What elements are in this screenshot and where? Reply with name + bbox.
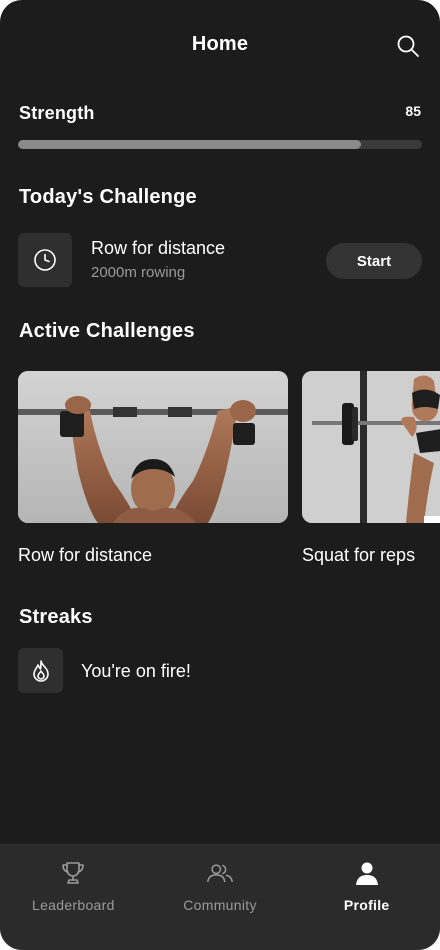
streak-icon-tile — [18, 648, 63, 693]
challenge-icon-tile — [18, 233, 72, 287]
strength-value: 85 — [405, 103, 421, 119]
tab-community[interactable]: Community — [147, 845, 294, 950]
search-button[interactable] — [394, 32, 422, 60]
tab-label: Community — [183, 897, 257, 913]
header: Home — [0, 0, 440, 90]
card-label: Row for distance — [18, 545, 153, 565]
challenge-card[interactable]: Row for distance — [18, 371, 288, 566]
todays-challenge-title: Today's Challenge — [19, 186, 197, 208]
person-icon — [353, 861, 381, 885]
strength-progress-bar — [18, 140, 422, 149]
todays-challenge-row[interactable]: Row for distance 2000m rowing Start — [18, 233, 422, 289]
tab-label: Leaderboard — [31, 897, 115, 913]
tab-bar: Leaderboard Community Profile — [0, 844, 440, 950]
streak-row: You're on fire! — [18, 648, 422, 694]
page-title: Home — [191, 33, 249, 55]
app-screen: Home Strength 85 Today's Challenge Row f… — [0, 0, 440, 950]
search-icon — [397, 35, 419, 57]
trophy-icon — [59, 861, 87, 885]
challenge-card[interactable]: Squat for reps — [302, 371, 440, 566]
flame-icon — [32, 659, 49, 682]
streak-text: You're on fire! — [81, 661, 191, 681]
barbell-overhead-photo — [18, 371, 288, 523]
challenge-subtitle: 2000m rowing — [91, 264, 186, 281]
strength-label: Strength — [19, 103, 95, 123]
people-icon — [206, 861, 234, 885]
active-challenges-carousel[interactable]: Row for distance Squat for reps — [18, 371, 440, 571]
tab-leaderboard[interactable]: Leaderboard — [0, 845, 147, 950]
clock-icon — [34, 249, 56, 271]
strength-progress-fill — [18, 140, 362, 149]
squat-rack-photo — [302, 371, 440, 523]
streaks-title: Streaks — [19, 606, 93, 628]
card-label: Squat for reps — [302, 545, 416, 565]
challenge-name: Row for distance — [91, 238, 226, 258]
active-challenges-title: Active Challenges — [19, 320, 195, 342]
start-button[interactable]: Start — [326, 243, 422, 279]
tab-profile[interactable]: Profile — [293, 845, 440, 950]
tab-label: Profile — [343, 897, 390, 913]
